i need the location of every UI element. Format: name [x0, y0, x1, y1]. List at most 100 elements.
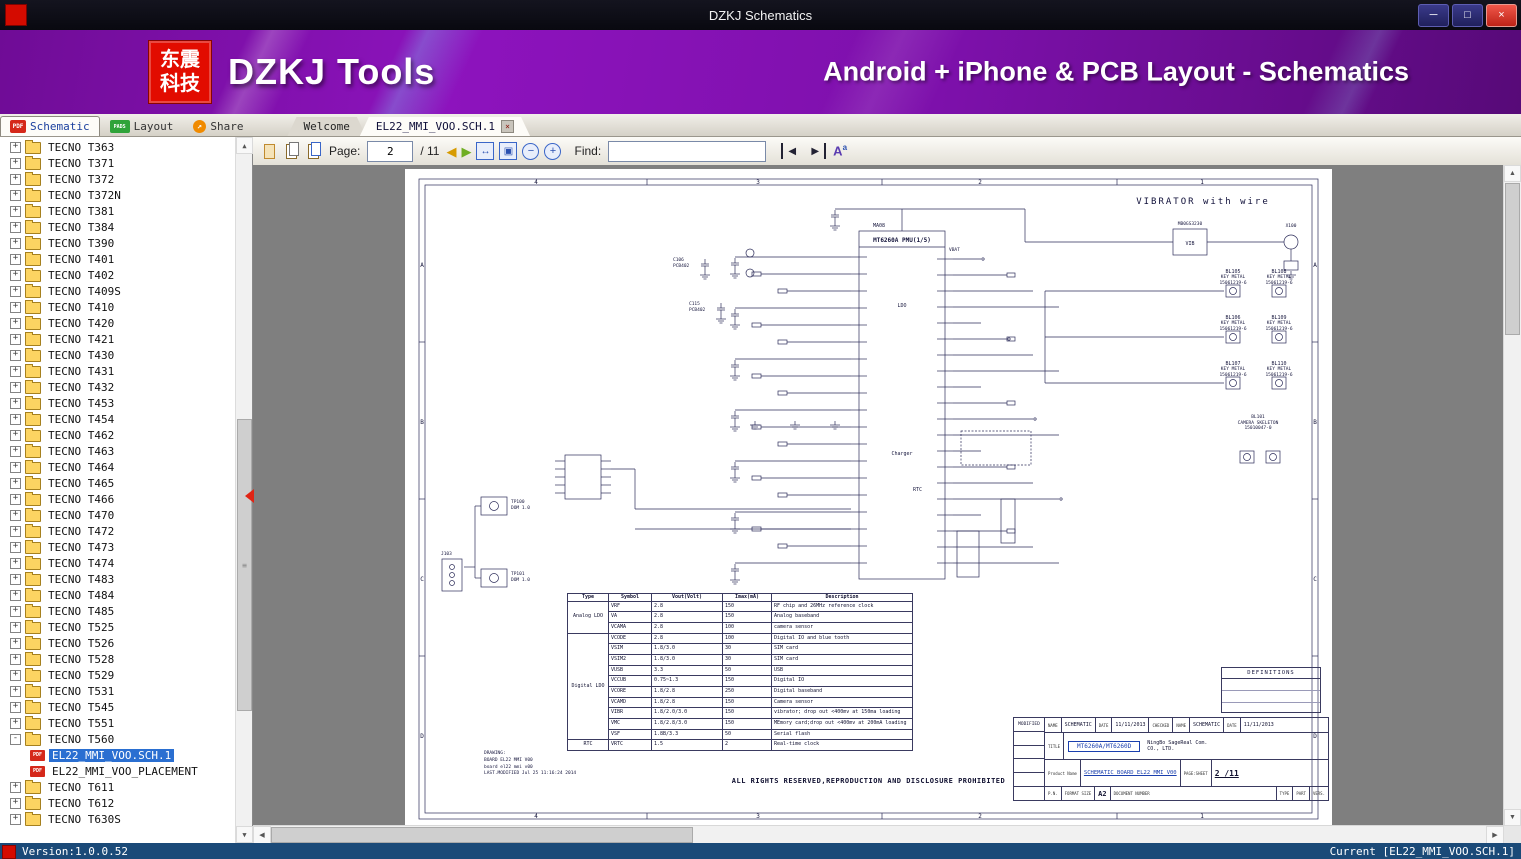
scroll-down-icon[interactable]: ▼: [236, 826, 253, 843]
expand-toggle-icon[interactable]: +: [10, 429, 21, 441]
expand-toggle-icon[interactable]: +: [10, 589, 21, 601]
tree-item-folder[interactable]: + TECNO T410: [0, 299, 235, 315]
tree-item-folder[interactable]: + TECNO T401: [0, 251, 235, 267]
tree-item-folder[interactable]: + TECNO T472: [0, 523, 235, 539]
expand-toggle-icon[interactable]: +: [10, 269, 21, 281]
expand-toggle-icon[interactable]: +: [10, 493, 21, 505]
tree-item-folder[interactable]: + TECNO T431: [0, 363, 235, 379]
next-page-icon[interactable]: ▶: [461, 145, 471, 158]
tree-item-folder[interactable]: + TECNO T529: [0, 667, 235, 683]
expand-toggle-icon[interactable]: +: [10, 141, 21, 153]
scroll-up-icon[interactable]: ▲: [1504, 165, 1521, 182]
tree-item-folder[interactable]: + TECNO T611: [0, 779, 235, 795]
tree-item-folder[interactable]: + TECNO T402: [0, 267, 235, 283]
expand-toggle-icon[interactable]: +: [10, 605, 21, 617]
expand-toggle-icon[interactable]: +: [10, 621, 21, 633]
tree-item-folder[interactable]: + TECNO T421: [0, 331, 235, 347]
expand-toggle-icon[interactable]: +: [10, 301, 21, 313]
expand-toggle-icon[interactable]: +: [10, 381, 21, 393]
expand-toggle-icon[interactable]: +: [10, 285, 21, 297]
zoom-in-icon[interactable]: +: [544, 142, 562, 160]
tree-item-folder[interactable]: + TECNO T528: [0, 651, 235, 667]
horizontal-scrollbar[interactable]: ◀ ▶: [253, 825, 1504, 844]
find-input[interactable]: [608, 140, 767, 162]
zoom-out-icon[interactable]: −: [522, 142, 540, 160]
expand-toggle-icon[interactable]: +: [10, 653, 21, 665]
expand-toggle-icon[interactable]: +: [10, 365, 21, 377]
horizontal-scroll-thumb[interactable]: [271, 827, 693, 843]
tree-item-folder[interactable]: + TECNO T474: [0, 555, 235, 571]
expand-toggle-icon[interactable]: +: [10, 557, 21, 569]
maximize-button[interactable]: □: [1452, 3, 1483, 27]
tab-layout[interactable]: PADS Layout: [100, 116, 184, 136]
expand-toggle-icon[interactable]: +: [10, 157, 21, 169]
tree-item-file[interactable]: PDF EL22_MMI_VOO_PLACEMENT: [0, 763, 235, 779]
expand-toggle-icon[interactable]: +: [10, 541, 21, 553]
font-size-icon[interactable]: Aa: [833, 143, 847, 158]
vertical-scroll-thumb[interactable]: [1505, 183, 1520, 335]
tree-item-folder[interactable]: + TECNO T371: [0, 155, 235, 171]
tree-item-folder[interactable]: + TECNO T473: [0, 539, 235, 555]
tree-item-folder[interactable]: + TECNO T485: [0, 603, 235, 619]
expand-toggle-icon[interactable]: +: [10, 477, 21, 489]
tree-item-folder[interactable]: + TECNO T463: [0, 443, 235, 459]
expand-toggle-icon[interactable]: +: [10, 317, 21, 329]
tree-item-folder[interactable]: + TECNO T545: [0, 699, 235, 715]
tree-item-folder[interactable]: + TECNO T612: [0, 795, 235, 811]
expand-toggle-icon[interactable]: +: [10, 701, 21, 713]
expand-toggle-icon[interactable]: +: [10, 413, 21, 425]
vertical-scrollbar[interactable]: ▲ ▼: [1503, 165, 1521, 826]
expand-toggle-icon[interactable]: +: [10, 205, 21, 217]
tree-item-folder[interactable]: + TECNO T483: [0, 571, 235, 587]
single-page-icon[interactable]: [261, 142, 278, 161]
tree-item-folder[interactable]: + TECNO T381: [0, 203, 235, 219]
fit-width-icon[interactable]: ↔: [476, 142, 495, 160]
tree-item-folder[interactable]: + TECNO T525: [0, 619, 235, 635]
tree-item-folder[interactable]: + TECNO T432: [0, 379, 235, 395]
scroll-right-icon[interactable]: ▶: [1486, 826, 1504, 844]
tree-item-folder[interactable]: + TECNO T531: [0, 683, 235, 699]
minimize-button[interactable]: ─: [1418, 3, 1449, 27]
expand-toggle-icon[interactable]: +: [10, 509, 21, 521]
tree-item-folder[interactable]: + TECNO T409S: [0, 283, 235, 299]
tab-share[interactable]: Share: [183, 116, 253, 136]
tree-item-folder[interactable]: + TECNO T465: [0, 475, 235, 491]
expand-toggle-icon[interactable]: +: [10, 173, 21, 185]
multi-page-view-icon[interactable]: [305, 141, 322, 161]
expand-toggle-icon[interactable]: +: [10, 525, 21, 537]
sidebar-scroll-thumb[interactable]: ≡: [237, 419, 252, 711]
tree-item-folder[interactable]: + TECNO T466: [0, 491, 235, 507]
tree-item-folder[interactable]: + TECNO T372: [0, 171, 235, 187]
expand-toggle-icon[interactable]: +: [10, 445, 21, 457]
expand-toggle-icon[interactable]: +: [10, 221, 21, 233]
expand-toggle-icon[interactable]: +: [10, 253, 21, 265]
tree-item-folder[interactable]: + TECNO T453: [0, 395, 235, 411]
expand-toggle-icon[interactable]: +: [10, 685, 21, 697]
expand-toggle-icon[interactable]: +: [10, 333, 21, 345]
close-button[interactable]: ×: [1486, 3, 1517, 27]
expand-toggle-icon[interactable]: +: [10, 637, 21, 649]
expand-toggle-icon[interactable]: +: [10, 813, 21, 825]
sidebar-collapse-icon[interactable]: [245, 489, 254, 503]
expand-toggle-icon[interactable]: +: [10, 797, 21, 809]
tree-item-folder[interactable]: + TECNO T384: [0, 219, 235, 235]
tree-item-folder[interactable]: + TECNO T526: [0, 635, 235, 651]
scroll-down-icon[interactable]: ▼: [1504, 809, 1521, 826]
expand-toggle-icon[interactable]: +: [10, 461, 21, 473]
scroll-up-icon[interactable]: ▲: [236, 137, 253, 154]
tree-item-folder[interactable]: + TECNO T363: [0, 139, 235, 155]
expand-toggle-icon[interactable]: +: [10, 349, 21, 361]
tree-item-file[interactable]: PDF EL22_MMI_VOO.SCH.1: [0, 747, 235, 763]
collapse-toggle-icon[interactable]: -: [10, 733, 21, 745]
prev-page-icon[interactable]: ◀: [446, 145, 456, 158]
expand-toggle-icon[interactable]: +: [10, 781, 21, 793]
tree-item-folder[interactable]: + TECNO T430: [0, 347, 235, 363]
expand-toggle-icon[interactable]: +: [10, 237, 21, 249]
tree-item-folder[interactable]: + TECNO T390: [0, 235, 235, 251]
tree-item-folder[interactable]: + TECNO T462: [0, 427, 235, 443]
doc-tab[interactable]: EL22_MMI_VOO.SCH.1 ×: [360, 117, 530, 136]
two-page-view-icon[interactable]: [283, 141, 300, 161]
tree-item-folder[interactable]: + TECNO T470: [0, 507, 235, 523]
expand-toggle-icon[interactable]: +: [10, 573, 21, 585]
tree-item-folder[interactable]: + TECNO T372N: [0, 187, 235, 203]
